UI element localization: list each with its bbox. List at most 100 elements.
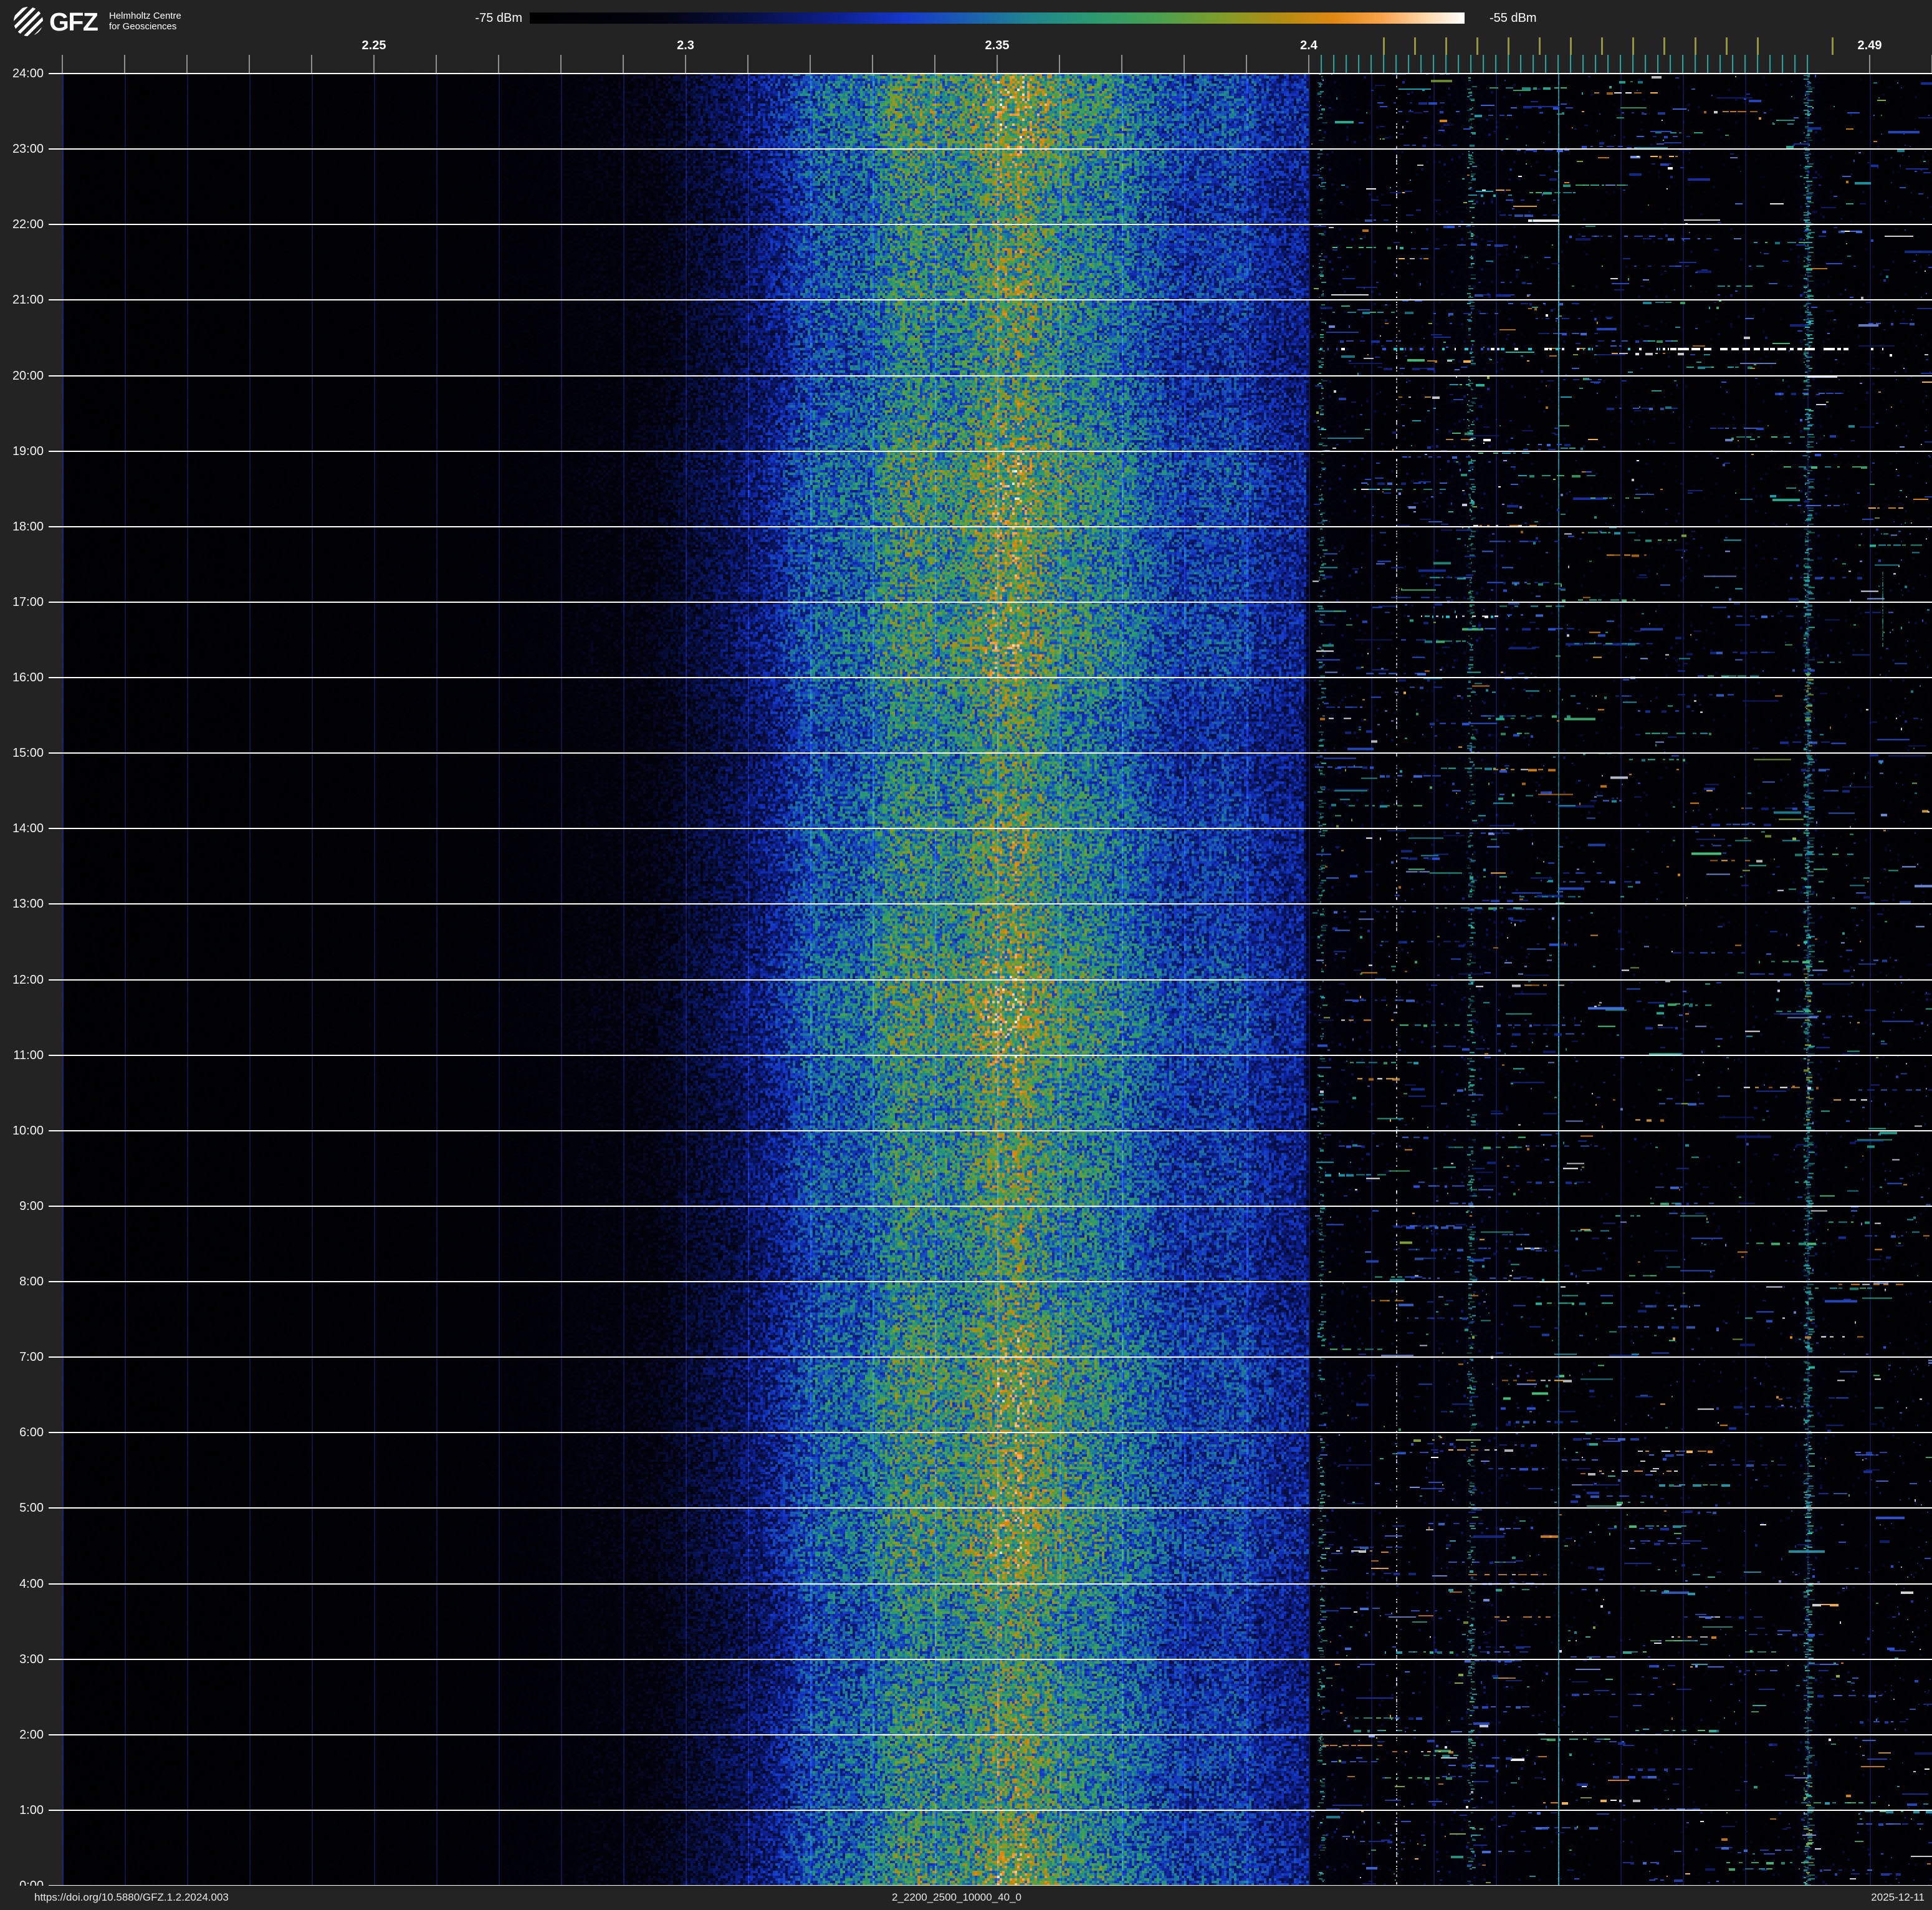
ble-channel-tick (1707, 55, 1708, 74)
hour-label: 7:00 (19, 1350, 44, 1365)
ble-channel-tick (1508, 55, 1509, 74)
hour-label: 2:00 (19, 1727, 44, 1742)
hour-gridline (49, 979, 1932, 981)
ble-channel-tick (1632, 55, 1633, 74)
wifi-channel-tick (1695, 37, 1696, 55)
hour-label: 23:00 (12, 142, 44, 156)
hour-label: 9:00 (19, 1199, 44, 1213)
freq-tick (1184, 55, 1185, 74)
freq-tick (685, 55, 686, 74)
ble-channel-tick (1370, 55, 1372, 74)
hour-gridline (49, 677, 1932, 678)
hour-gridline (49, 1809, 1932, 1811)
hour-label: 4:00 (19, 1576, 44, 1591)
ble-channel-tick (1794, 55, 1796, 74)
freq-tick (1246, 55, 1247, 74)
hour-gridline (49, 1583, 1932, 1585)
ble-channel-tick (1807, 55, 1808, 74)
hour-label: 18:00 (12, 519, 44, 534)
doi-link[interactable]: https://doi.org/10.5880/GFZ.1.2.2024.003 (34, 1891, 229, 1904)
hour-gridline (49, 1054, 1932, 1056)
wifi-channel-tick (1726, 37, 1728, 55)
hour-gridline (49, 1356, 1932, 1358)
ble-channel-tick (1545, 55, 1546, 74)
spectrogram-page: GFZ Helmholtz Centre for Geosciences -75… (0, 0, 1932, 1910)
wifi-channel-tick (1832, 37, 1834, 55)
gfz-logo-icon (14, 7, 43, 36)
freq-tick-label: 2.25 (361, 39, 386, 52)
freq-tick (997, 55, 998, 74)
ble-channel-tick (1321, 55, 1322, 74)
hour-label: 15:00 (12, 746, 44, 761)
freq-tick-label: 2.3 (677, 39, 694, 52)
hour-label: 19:00 (12, 444, 44, 458)
ble-channel-tick (1395, 55, 1397, 74)
wifi-channel-tick (1757, 37, 1759, 55)
hour-label: 6:00 (19, 1426, 44, 1440)
tagline-line2: for Geosciences (109, 21, 177, 32)
hour-label: 22:00 (12, 218, 44, 232)
freq-tick (186, 55, 188, 74)
wifi-channel-tick (1414, 37, 1416, 55)
freq-tick (1308, 55, 1309, 74)
ble-channel-tick (1495, 55, 1496, 74)
freq-tick (560, 55, 562, 74)
ble-channel-tick (1757, 55, 1758, 74)
ble-channel-tick (1682, 55, 1683, 74)
hour-label: 24:00 (12, 67, 44, 80)
hour-label: 3:00 (19, 1652, 44, 1666)
hour-gridline (49, 1432, 1932, 1434)
ble-channel-tick (1346, 55, 1347, 74)
ble-channel-tick (1695, 55, 1696, 74)
ble-channel-tick (1533, 55, 1534, 74)
freq-tick-label: 2.35 (985, 39, 1010, 52)
hour-label: 13:00 (12, 897, 44, 911)
dataset-filename: 2_2200_2500_10000_40_0 (891, 1891, 1022, 1903)
hour-gridline (49, 299, 1932, 301)
freq-tick (436, 55, 437, 74)
hour-label: 11:00 (13, 1048, 44, 1062)
freq-tick (1121, 55, 1122, 74)
wifi-channel-tick (1570, 37, 1572, 55)
hour-gridline (49, 903, 1932, 905)
hour-gridline (49, 828, 1932, 830)
ble-channel-tick (1458, 55, 1459, 74)
colorbar (530, 12, 1465, 24)
hour-label: 8:00 (19, 1275, 44, 1289)
hour-gridline (49, 1507, 1932, 1509)
footer: https://doi.org/10.5880/GFZ.1.2.2024.003… (0, 1886, 1932, 1910)
freq-tick-label: 2.4 (1300, 39, 1317, 52)
ble-channel-tick (1732, 55, 1733, 74)
wifi-channel-tick (1663, 37, 1665, 55)
hour-gridline (49, 73, 1932, 74)
hour-gridline (49, 375, 1932, 377)
hour-gridline (49, 752, 1932, 754)
ble-channel-tick (1782, 55, 1783, 74)
hour-label: 1:00 (19, 1803, 44, 1817)
freq-tick-label: 2.49 (1857, 39, 1882, 52)
freq-tick (623, 55, 624, 74)
freq-tick (373, 55, 375, 74)
ble-channel-tick (1744, 55, 1746, 74)
hour-label: 14:00 (12, 822, 44, 836)
freq-tick (249, 55, 250, 74)
ble-channel-tick (1582, 55, 1584, 74)
ble-channel-tick (1408, 55, 1409, 74)
ble-channel-tick (1420, 55, 1422, 74)
ble-channel-tick (1333, 55, 1334, 74)
hour-label: 5:00 (19, 1501, 44, 1515)
hour-label: 17:00 (12, 595, 44, 609)
hour-gridline (49, 224, 1932, 226)
colorbar-max-label: -55 dBm (1490, 11, 1537, 25)
hour-label: 20:00 (12, 368, 44, 383)
hour-gridline (49, 601, 1932, 603)
freq-tick (1869, 55, 1870, 74)
wifi-channel-tick (1539, 37, 1541, 55)
wifi-channel-tick (1445, 37, 1447, 55)
colorbar-min-label: -75 dBm (475, 11, 522, 25)
wifi-channel-tick (1383, 37, 1385, 55)
freq-tick (124, 55, 125, 74)
ble-channel-tick (1620, 55, 1621, 74)
ble-channel-tick (1383, 55, 1384, 74)
ble-channel-tick (1719, 55, 1721, 74)
